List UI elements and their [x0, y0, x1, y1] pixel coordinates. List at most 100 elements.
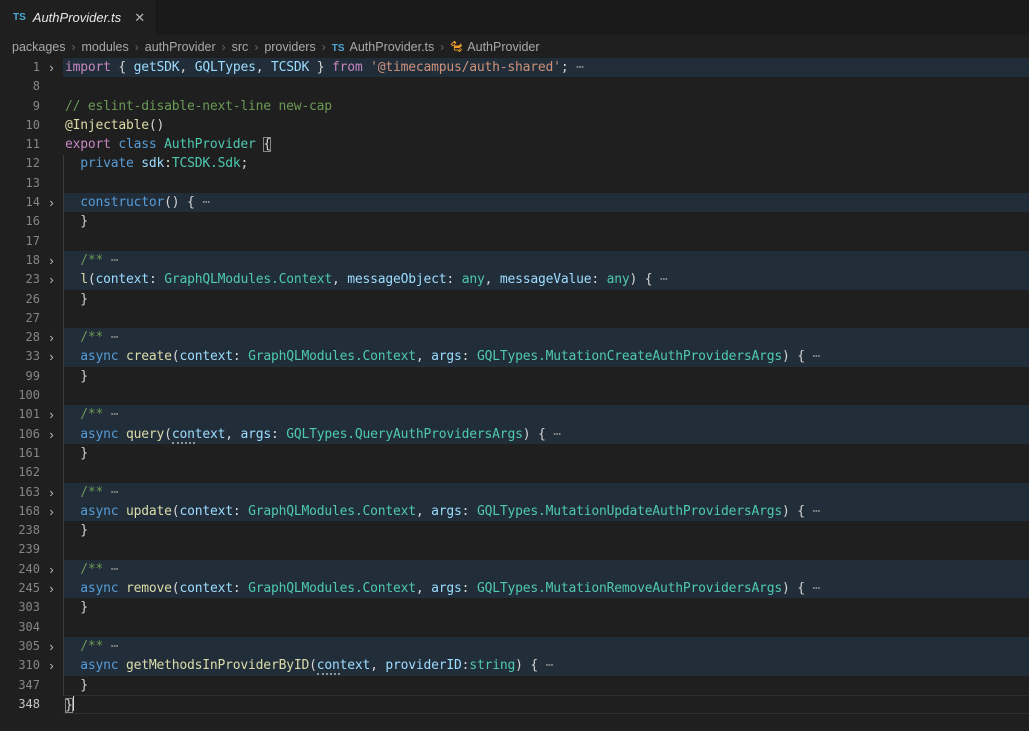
- breadcrumb-separator-icon: ›: [322, 40, 326, 54]
- breadcrumb: packages›modules›authProvider›src›provid…: [0, 35, 1029, 58]
- code-line-28[interactable]: 28› /** ⋯: [0, 328, 1029, 347]
- line-number: 348: [0, 695, 40, 714]
- code-line-18[interactable]: 18› /** ⋯: [0, 251, 1029, 270]
- code-line-348[interactable]: 348}: [0, 695, 1029, 714]
- line-content: /** ⋯: [63, 637, 1029, 656]
- fold-gutter-spacer: [40, 212, 63, 231]
- code-line-13[interactable]: 13: [0, 174, 1029, 193]
- code-line-14[interactable]: 14› constructor() { ⋯: [0, 193, 1029, 212]
- fold-gutter-spacer: [40, 695, 63, 714]
- line-content: [63, 386, 1029, 405]
- code-line-162[interactable]: 162: [0, 463, 1029, 482]
- code-line-304[interactable]: 304: [0, 618, 1029, 637]
- line-content: export class AuthProvider {: [63, 135, 1029, 154]
- breadcrumb-item-providers[interactable]: providers: [264, 40, 315, 54]
- code-line-245[interactable]: 245› async remove(context: GraphQLModule…: [0, 579, 1029, 598]
- code-line-100[interactable]: 100: [0, 386, 1029, 405]
- line-content: async query(context, args: GQLTypes.Quer…: [63, 425, 1029, 444]
- breadcrumb-item-symbol[interactable]: AuthProvider: [450, 40, 539, 54]
- fold-gutter-spacer: [40, 598, 63, 617]
- close-icon[interactable]: ✕: [134, 10, 145, 26]
- fold-chevron-icon[interactable]: ›: [40, 347, 63, 366]
- line-number: 101: [0, 405, 40, 424]
- code-area: 1›import { getSDK, GQLTypes, TCSDK } fro…: [0, 58, 1029, 714]
- fold-chevron-icon[interactable]: ›: [40, 637, 63, 656]
- fold-chevron-icon[interactable]: ›: [40, 251, 63, 270]
- line-number: 106: [0, 425, 40, 444]
- line-number: 99: [0, 367, 40, 386]
- fold-gutter-spacer: [40, 77, 63, 96]
- breadcrumb-separator-icon: ›: [254, 40, 258, 54]
- code-line-12[interactable]: 12 private sdk:TCSDK.Sdk;: [0, 154, 1029, 173]
- line-content: /** ⋯: [63, 328, 1029, 347]
- code-line-106[interactable]: 106› async query(context, args: GQLTypes…: [0, 425, 1029, 444]
- line-number: 100: [0, 386, 40, 405]
- fold-gutter-spacer: [40, 135, 63, 154]
- line-content: [63, 309, 1029, 328]
- code-line-240[interactable]: 240› /** ⋯: [0, 560, 1029, 579]
- line-number: 10: [0, 116, 40, 135]
- code-line-239[interactable]: 239: [0, 540, 1029, 559]
- tab-authprovider[interactable]: TS AuthProvider.ts ✕: [0, 0, 157, 35]
- code-line-305[interactable]: 305› /** ⋯: [0, 637, 1029, 656]
- editor[interactable]: 1›import { getSDK, GQLTypes, TCSDK } fro…: [0, 58, 1029, 731]
- line-content: }: [63, 444, 1029, 463]
- fold-gutter-spacer: [40, 309, 63, 328]
- fold-gutter-spacer: [40, 232, 63, 251]
- line-number: 14: [0, 193, 40, 212]
- code-line-163[interactable]: 163› /** ⋯: [0, 483, 1029, 502]
- code-line-347[interactable]: 347 }: [0, 676, 1029, 695]
- breadcrumb-item-file[interactable]: TSAuthProvider.ts: [332, 40, 435, 54]
- line-content: [63, 174, 1029, 193]
- code-line-11[interactable]: 11export class AuthProvider {: [0, 135, 1029, 154]
- line-content: constructor() { ⋯: [63, 193, 1029, 212]
- code-line-17[interactable]: 17: [0, 232, 1029, 251]
- line-content: /** ⋯: [63, 405, 1029, 424]
- fold-chevron-icon[interactable]: ›: [40, 483, 63, 502]
- fold-gutter-spacer: [40, 367, 63, 386]
- fold-chevron-icon[interactable]: ›: [40, 579, 63, 598]
- line-content: [63, 540, 1029, 559]
- fold-chevron-icon[interactable]: ›: [40, 58, 63, 77]
- fold-chevron-icon[interactable]: ›: [40, 405, 63, 424]
- code-line-99[interactable]: 99 }: [0, 367, 1029, 386]
- code-line-8[interactable]: 8: [0, 77, 1029, 96]
- code-line-168[interactable]: 168› async update(context: GraphQLModule…: [0, 502, 1029, 521]
- fold-chevron-icon[interactable]: ›: [40, 560, 63, 579]
- code-line-27[interactable]: 27: [0, 309, 1029, 328]
- code-line-16[interactable]: 16 }: [0, 212, 1029, 231]
- code-line-10[interactable]: 10@Injectable(): [0, 116, 1029, 135]
- fold-gutter-spacer: [40, 540, 63, 559]
- code-line-101[interactable]: 101› /** ⋯: [0, 405, 1029, 424]
- fold-chevron-icon[interactable]: ›: [40, 193, 63, 212]
- code-line-238[interactable]: 238 }: [0, 521, 1029, 540]
- code-line-26[interactable]: 26 }: [0, 290, 1029, 309]
- code-line-23[interactable]: 23› l(context: GraphQLModules.Context, m…: [0, 270, 1029, 289]
- code-line-33[interactable]: 33› async create(context: GraphQLModules…: [0, 347, 1029, 366]
- breadcrumb-separator-icon: ›: [222, 40, 226, 54]
- line-number: 240: [0, 560, 40, 579]
- code-line-310[interactable]: 310› async getMethodsInProviderByID(cont…: [0, 656, 1029, 675]
- breadcrumb-item-authProvider[interactable]: authProvider: [145, 40, 216, 54]
- fold-gutter-spacer: [40, 386, 63, 405]
- line-number: 310: [0, 656, 40, 675]
- code-line-161[interactable]: 161 }: [0, 444, 1029, 463]
- breadcrumb-item-modules[interactable]: modules: [82, 40, 129, 54]
- fold-chevron-icon[interactable]: ›: [40, 502, 63, 521]
- breadcrumb-item-packages[interactable]: packages: [12, 40, 66, 54]
- class-icon: [450, 40, 463, 53]
- line-number: 17: [0, 232, 40, 251]
- line-number: 304: [0, 618, 40, 637]
- fold-chevron-icon[interactable]: ›: [40, 656, 63, 675]
- fold-chevron-icon[interactable]: ›: [40, 425, 63, 444]
- code-line-303[interactable]: 303 }: [0, 598, 1029, 617]
- line-content: }: [63, 212, 1029, 231]
- fold-chevron-icon[interactable]: ›: [40, 328, 63, 347]
- fold-chevron-icon[interactable]: ›: [40, 270, 63, 289]
- code-line-1[interactable]: 1›import { getSDK, GQLTypes, TCSDK } fro…: [0, 58, 1029, 77]
- line-number: 9: [0, 97, 40, 116]
- breadcrumb-item-src[interactable]: src: [232, 40, 249, 54]
- line-number: 8: [0, 77, 40, 96]
- code-line-9[interactable]: 9// eslint-disable-next-line new-cap: [0, 97, 1029, 116]
- line-content: async getMethodsInProviderByID(context, …: [63, 656, 1029, 675]
